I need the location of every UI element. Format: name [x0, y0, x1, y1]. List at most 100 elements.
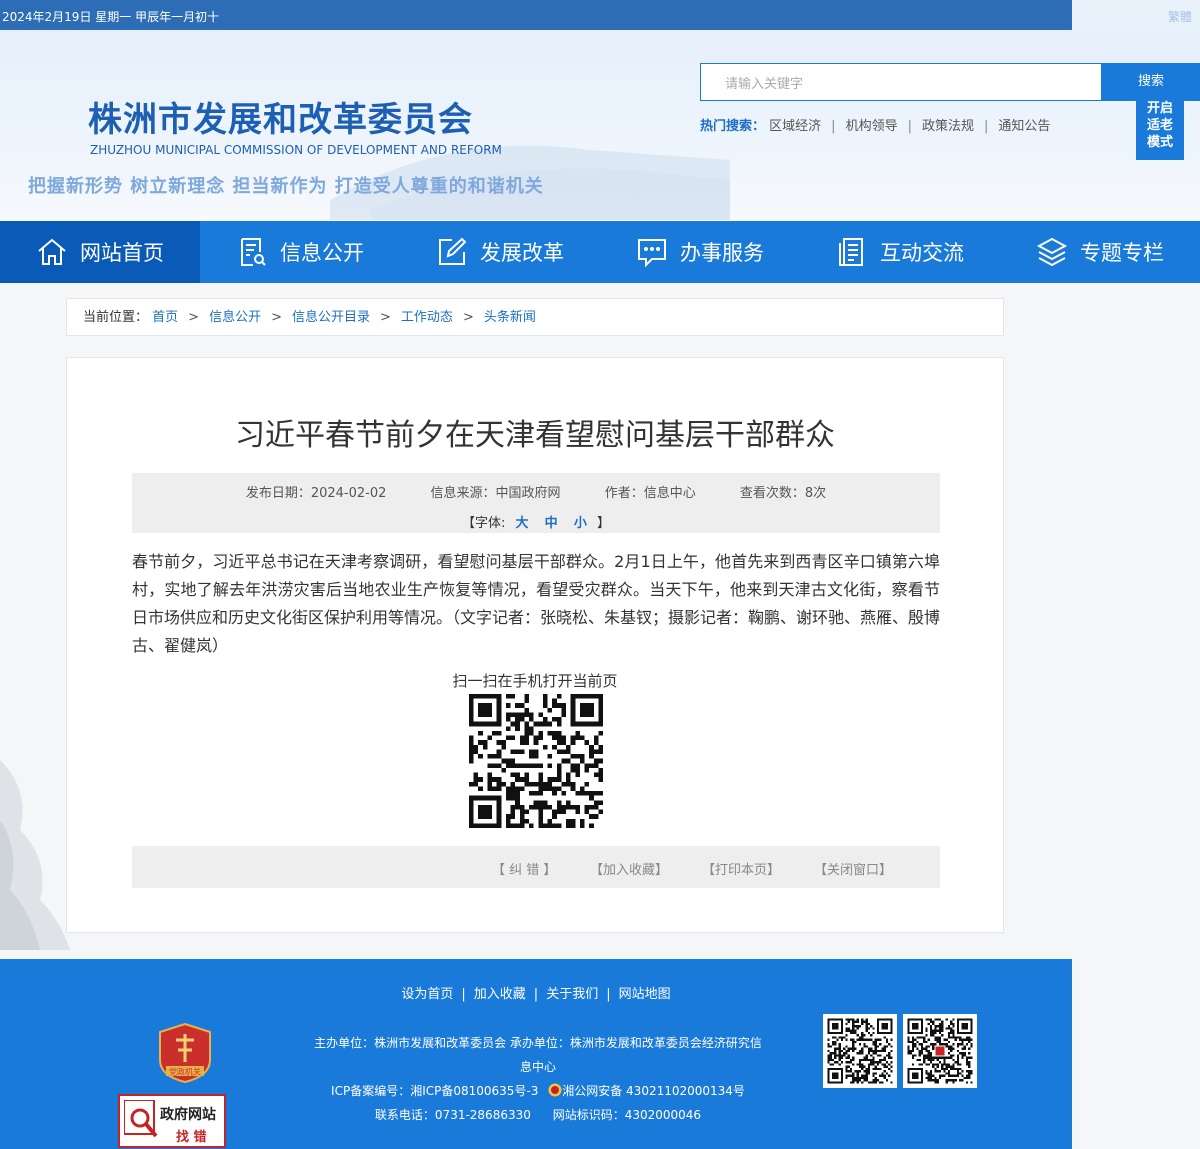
footer: 设为首页 | 加入收藏 | 关于我们 | 网站地图 党政机关 政府网站 找 错 主办单位：株…: [0, 959, 1072, 1149]
font-size-medium-button[interactable]: 中: [545, 516, 558, 531]
article-meta: 发布日期：2024-02-02 信息来源：中国政府网 作者：信息中心 查看次数：…: [132, 473, 940, 533]
contact-info: 联系电话：0731-28686330 网站标识码：4302000046: [310, 1103, 766, 1127]
report-error-button[interactable]: 【 纠 错 】: [492, 859, 556, 878]
print-button[interactable]: 【打印本页】: [702, 859, 780, 878]
main-nav: 网站首页 信息公开 发展改革 办事服务 互动交流 专题专栏: [0, 221, 1200, 283]
top-bar-right: 繁體: [1072, 0, 1200, 30]
nav-item-special[interactable]: 专题专栏: [1000, 221, 1200, 283]
publish-date: 发布日期：2024-02-02: [245, 486, 387, 501]
breadcrumb-separator: >: [271, 310, 282, 325]
divider: |: [533, 987, 539, 1002]
hot-search-label: 热门搜索：: [700, 119, 766, 134]
nav-item-service[interactable]: 办事服务: [600, 221, 800, 283]
hot-search-item[interactable]: 通知公告: [998, 119, 1050, 134]
home-icon: [38, 238, 66, 265]
about-link[interactable]: 关于我们: [546, 987, 598, 1002]
hot-search-item[interactable]: 政策法规: [922, 119, 974, 134]
divider: |: [983, 119, 989, 134]
breadcrumb: 当前位置： 首页 > 信息公开 > 信息公开目录 > 工作动态 > 头条新闻: [66, 298, 1004, 336]
footer-info: 主办单位：株洲市发展和改革委员会 承办单位：株洲市发展和改革委员会经济研究信息中…: [310, 1031, 766, 1127]
nav-item-interaction[interactable]: 互动交流: [800, 221, 1000, 283]
site-slogan: 把握新形势 树立新理念 担当新作为 打造受人尊重的和谐机关: [28, 176, 544, 197]
font-size-large-button[interactable]: 大: [516, 516, 529, 531]
site-subtitle: ZHUZHOU MUNICIPAL COMMISSION OF DEVELOPM…: [90, 143, 502, 157]
qr-code-icon: [469, 694, 603, 828]
error-finder-line1: 政府网站: [160, 1107, 216, 1123]
add-favorite-link[interactable]: 加入收藏: [474, 987, 526, 1002]
document-search-icon: [241, 238, 266, 266]
article-title: 习近平春节前夕在天津看望慰问基层干部群众: [235, 418, 835, 453]
breadcrumb-link[interactable]: 信息公开: [209, 310, 261, 325]
close-window-button[interactable]: 【关闭窗口】: [814, 859, 892, 878]
wechat-qr-code-icon: [823, 1014, 897, 1088]
search-input[interactable]: [701, 64, 1087, 102]
nav-label: 信息公开: [280, 241, 364, 265]
elder-mode-line: 模式: [1146, 135, 1173, 150]
mountain-decoration: [0, 760, 70, 950]
set-homepage-link[interactable]: 设为首页: [401, 987, 453, 1002]
divider: |: [461, 987, 466, 1002]
emblem-text: 党政机关: [169, 1067, 201, 1077]
nav-item-info[interactable]: 信息公开: [200, 221, 400, 283]
layers-icon: [1036, 237, 1068, 267]
hot-search: 热门搜索： 区域经济 | 机构领导 | 政策法规 | 通知公告: [700, 115, 1050, 134]
breadcrumb-separator: >: [462, 310, 474, 325]
hot-search-item[interactable]: 区域经济: [769, 119, 821, 134]
breadcrumb-separator: >: [188, 310, 200, 325]
traditional-chinese-link[interactable]: 繁體: [1168, 8, 1192, 25]
breadcrumb-separator: >: [380, 310, 391, 325]
breadcrumb-link[interactable]: 工作动态: [401, 310, 453, 325]
nav-item-reform[interactable]: 发展改革: [400, 221, 600, 283]
error-finder-line2: 找 错: [176, 1130, 207, 1145]
weibo-qr-code-icon: [903, 1014, 977, 1088]
footer-right-blank: [1072, 959, 1200, 1149]
font-size-small-button[interactable]: 小: [574, 516, 587, 531]
elder-mode-line: 开启: [1146, 101, 1173, 116]
footer-links: 设为首页 | 加入收藏 | 关于我们 | 网站地图: [0, 983, 1072, 1002]
police-record[interactable]: 湘公网安备 43021102000134号: [562, 1084, 745, 1098]
add-favorite-button[interactable]: 【加入收藏】: [590, 859, 668, 878]
breadcrumb-link[interactable]: 头条新闻: [484, 310, 536, 325]
date-text: 2024年2月19日 星期一 甲辰年一月初十: [2, 10, 220, 24]
font-size-control: 【字体: 大 中 小 】: [132, 512, 940, 531]
chat-icon: [638, 239, 666, 268]
nav-label: 发展改革: [480, 241, 564, 265]
site-id-info: 网站标识码：4302000046: [552, 1108, 702, 1122]
hot-search-item[interactable]: 机构领导: [846, 119, 898, 134]
phone-info: 联系电话：0731-28686330: [374, 1108, 531, 1122]
nav-label: 专题专栏: [1080, 241, 1164, 265]
icp-record[interactable]: ICP备案编号：湘ICP备08100635号-3: [331, 1084, 538, 1098]
qr-label: 扫一扫在手机打开当前页: [452, 672, 618, 690]
police-badge-icon: [548, 1083, 562, 1097]
top-bar: 2024年2月19日 星期一 甲辰年一月初十: [0, 0, 1072, 30]
info-source: 信息来源：中国政府网: [430, 486, 561, 501]
breadcrumb-link[interactable]: 信息公开目录: [292, 310, 370, 325]
font-size-label: 【字体:: [461, 516, 506, 531]
edit-icon: [439, 237, 467, 265]
breadcrumb-link[interactable]: 首页: [152, 310, 178, 325]
nav-label: 互动交流: [880, 241, 964, 265]
font-size-close: 】: [596, 516, 610, 531]
elder-mode-button[interactable]: 开启 适老 模式: [1136, 90, 1184, 160]
article-body: 春节前夕，习近平总书记在天津考察调研，看望慰问基层干部群众。2月1日上午，他首先…: [132, 552, 941, 655]
article-tools: 【 纠 错 】 【加入收藏】 【打印本页】 【关闭窗口】: [132, 846, 940, 888]
magnifier-icon: [124, 1100, 158, 1138]
record-info: ICP备案编号：湘ICP备08100635号-3 湘公网安备 430211020…: [310, 1079, 766, 1103]
document-list-icon: [839, 238, 863, 266]
site-title: 株洲市发展和改革委员会: [88, 100, 473, 140]
divider: |: [907, 119, 912, 134]
search-box: [700, 63, 1102, 102]
nav-item-home[interactable]: 网站首页: [0, 221, 200, 283]
divider: |: [831, 119, 836, 134]
divider: |: [606, 987, 611, 1002]
breadcrumb-label: 当前位置：: [83, 310, 149, 325]
author: 作者：信息中心: [604, 486, 696, 501]
view-count: 查看次数：8次: [739, 486, 827, 501]
sponsor-info: 主办单位：株洲市发展和改革委员会 承办单位：株洲市发展和改革委员会经济研究信息中…: [314, 1036, 762, 1074]
article-card: 习近平春节前夕在天津看望慰问基层干部群众 发布日期：2024-02-02 信息来…: [66, 357, 1004, 933]
government-site-error-finder[interactable]: 政府网站 找 错: [118, 1094, 226, 1148]
elder-mode-line: 适老: [1146, 118, 1173, 133]
nav-label: 网站首页: [80, 241, 164, 265]
party-government-emblem-icon: 党政机关: [159, 1022, 211, 1084]
sitemap-link[interactable]: 网站地图: [619, 987, 671, 1002]
